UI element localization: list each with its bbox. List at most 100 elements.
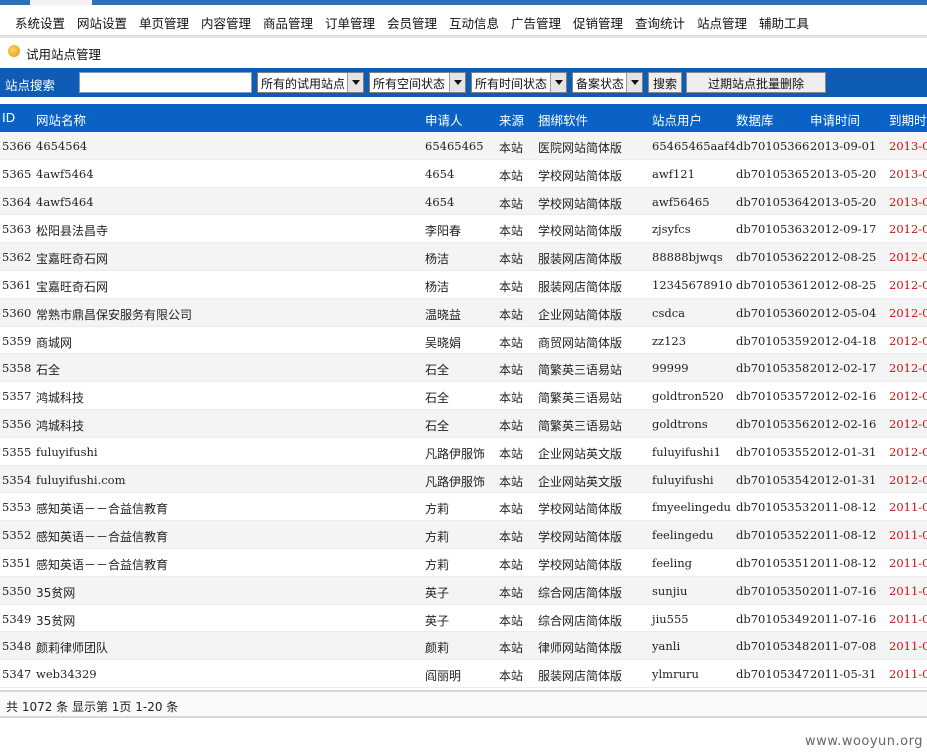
table-row[interactable]: 5353 感知英语－－合益信教育 方莉 本站 学校网站简体版 fmyeelingedu db… [0, 493, 927, 522]
table-row[interactable]: 5351 感知英语－－合益信教育 方莉 本站 学校网站简体版 feeling db70105… [0, 549, 927, 577]
record-status-value: 备案状态 [576, 77, 625, 91]
cell-bundle: 学校网站简体版 [538, 557, 623, 572]
menu-site-settings[interactable]: 网站设置 [77, 13, 127, 32]
cell-bundle: 综合网店简体版 [538, 585, 623, 600]
cell-source: 本站 [499, 391, 524, 406]
cell-apply-date: 2012-01-31 [810, 444, 877, 459]
menu-query-stats[interactable]: 查询统计 [635, 13, 685, 32]
cell-database: db70105366 [736, 139, 810, 153]
cell-id: 5349 [2, 611, 32, 626]
menu-interaction[interactable]: 互动信息 [449, 13, 499, 32]
cell-site-user: zz123 [652, 333, 687, 348]
breadcrumb: 试用站点管理 [0, 38, 927, 66]
cell-bundle: 律师网站简体版 [538, 641, 623, 656]
table-row[interactable]: 5366 4654564 65465465 本站 医院网站简体版 65465465aaf4… [0, 132, 927, 160]
table-row[interactable]: 5354 fuluyifushi.com 凡路伊服饰 本站 企业网站英文版 fuluyif… [0, 465, 927, 494]
table-row[interactable]: 5365 4awf5464 4654 本站 学校网站简体版 awf121 db7010536… [0, 160, 927, 188]
cell-id: 5358 [2, 361, 32, 376]
cell-applicant: 英子 [425, 613, 450, 628]
menu-ad-manage[interactable]: 广告管理 [511, 13, 561, 32]
cell-id: 5366 [2, 139, 32, 153]
cell-bundle: 学校网站简体版 [538, 502, 623, 517]
cell-site-name: 鸿城科技 [36, 391, 85, 406]
cell-applicant: 英子 [425, 585, 450, 600]
table-row[interactable]: 5361 宝嘉旺奇石网 杨洁 本站 服装网店简体版 12345678910 db701053… [0, 271, 927, 299]
cell-source: 本站 [499, 474, 524, 489]
table-row[interactable]: 5358 石全 石全 本站 简繁英三语易站 99999 db70105358 2012-02-… [0, 354, 927, 383]
menu-system-settings[interactable]: 系统设置 [15, 13, 65, 32]
table-row[interactable]: 5360 常熟市鼎昌保安服务有限公司 温晓益 本站 企业网站简体版 csdca db7010… [0, 298, 927, 327]
cell-bundle: 综合网店简体版 [538, 613, 623, 628]
table-row[interactable]: 5364 4awf5464 4654 本站 学校网站简体版 awf56465 db70105… [0, 187, 927, 216]
time-status-value: 所有时间状态 [475, 77, 548, 91]
cell-expire-date: 2013-05 [889, 194, 927, 209]
cell-site-name: 4awf5464 [36, 166, 94, 181]
search-input[interactable] [79, 72, 252, 93]
menu-member-manage[interactable]: 会员管理 [387, 13, 437, 32]
cell-database: db70105347 [736, 667, 810, 682]
cell-apply-date: 2012-01-31 [810, 472, 877, 487]
cell-database: db70105356 [736, 416, 810, 431]
table-row[interactable]: 5362 宝嘉旺奇石网 杨洁 本站 服装网店简体版 88888bjwqs db7010536… [0, 243, 927, 271]
bulk-delete-expired-button[interactable]: 过期站点批量删除 [686, 72, 826, 93]
cell-site-user: 12345678910 [652, 277, 733, 292]
bullet-icon [8, 45, 20, 57]
table-row[interactable]: 5355 fuluyifushi 凡路伊服饰 本站 企业网站英文版 fuluyifushi… [0, 438, 927, 466]
cell-applicant: 方莉 [425, 530, 450, 545]
cell-database: db70105360 [736, 305, 810, 320]
menu-promotion-manage[interactable]: 促销管理 [573, 13, 623, 32]
table-row[interactable]: 5363 松阳县法昌寺 李阳春 本站 学校网站简体版 zjsyfcs db70105363 2… [0, 215, 927, 244]
time-status-select[interactable]: 所有时间状态 [471, 72, 567, 93]
cell-apply-date: 2012-08-25 [810, 250, 877, 265]
menu-aux-tools[interactable]: 辅助工具 [759, 13, 809, 32]
cell-id: 5353 [2, 500, 32, 515]
cell-id: 5362 [2, 250, 32, 265]
table-row[interactable]: 5357 鸿城科技 石全 本站 简繁英三语易站 goldtron520 db70105357… [0, 382, 927, 410]
menu-order-manage[interactable]: 订单管理 [325, 13, 375, 32]
cell-source: 本站 [499, 613, 524, 628]
cell-site-name: 鸿城科技 [36, 418, 85, 433]
cell-site-user: feelingedu [652, 528, 714, 543]
table-row[interactable]: 5350 35贫网 英子 本站 综合网店简体版 sunjiu db70105350 2011-… [0, 576, 927, 605]
cell-applicant: 石全 [425, 391, 450, 406]
table-row[interactable]: 5349 35贫网 英子 本站 综合网店简体版 jiu555 db70105349 2011-… [0, 605, 927, 633]
cell-site-user: 65465465aaf4 [652, 139, 736, 153]
table-row[interactable]: 5348 颜莉律师团队 颜莉 本站 律师网站简体版 yanli db70105348 2011… [0, 632, 927, 661]
cell-site-user: fuluyifushi [652, 472, 714, 487]
cell-site-name: 感知英语－－合益信教育 [36, 502, 169, 517]
menu-goods-manage[interactable]: 商品管理 [263, 13, 313, 32]
cell-source: 本站 [499, 502, 524, 517]
cell-expire-date: 2011-08 [889, 500, 927, 515]
cell-expire-date: 2012-08 [889, 250, 927, 265]
chevron-down-icon [626, 73, 642, 92]
table-row[interactable]: 5356 鸿城科技 石全 本站 简繁英三语易站 goldtrons db70105356 20… [0, 409, 927, 438]
cell-id: 5363 [2, 222, 32, 237]
cell-expire-date: 2011-06 [889, 667, 927, 682]
cell-database: db70105364 [736, 194, 810, 209]
search-button[interactable]: 搜索 [648, 72, 682, 93]
cell-expire-date: 2012-02 [889, 416, 927, 431]
menu-content-manage[interactable]: 内容管理 [201, 13, 251, 32]
table-row[interactable]: 5359 商城网 吴晓娟 本站 商贸网站简体版 zz123 db70105359 2012-0… [0, 327, 927, 355]
table-row[interactable]: 5352 感知英语－－合益信教育 方莉 本站 学校网站简体版 feelingedu db70… [0, 521, 927, 549]
cell-bundle: 服装网店简体版 [538, 252, 623, 267]
cell-apply-date: 2011-07-16 [810, 583, 877, 598]
space-status-select[interactable]: 所有空间状态 [369, 72, 466, 93]
cell-id: 5356 [2, 416, 32, 431]
chevron-down-icon [449, 73, 465, 92]
cell-source: 本站 [499, 446, 524, 461]
site-filter-value: 所有的试用站点 [261, 77, 346, 91]
menu-page-manage[interactable]: 单页管理 [139, 13, 189, 32]
cell-site-user: 99999 [652, 361, 689, 376]
menu-site-manage[interactable]: 站点管理 [697, 13, 747, 32]
cell-source: 本站 [499, 168, 524, 183]
cell-source: 本站 [499, 252, 524, 267]
table-row[interactable]: 5347 web34329 阎丽明 本站 服装网店简体版 ylmruru db7010534… [0, 660, 927, 688]
cell-source: 本站 [499, 335, 524, 350]
cell-database: db70105348 [736, 639, 810, 654]
cell-id: 5364 [2, 194, 32, 209]
cell-source: 本站 [499, 641, 524, 656]
site-filter-select[interactable]: 所有的试用站点 [257, 72, 364, 93]
record-status-select[interactable]: 备案状态 [572, 72, 643, 93]
cell-expire-date: 2013-09 [889, 139, 927, 153]
